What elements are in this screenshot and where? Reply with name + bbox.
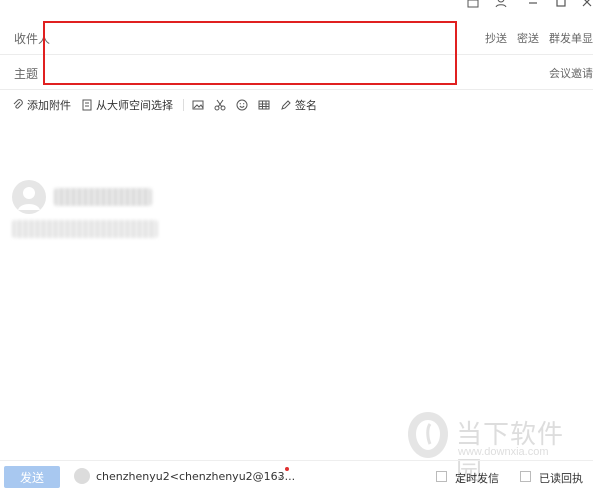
- group-single-link[interactable]: 群发单显: [549, 30, 593, 46]
- compose-toolbar: 添加附件 从大师空间选择 签名: [0, 94, 593, 116]
- read-receipt-label: 已读回执: [539, 472, 583, 485]
- table-icon: [258, 100, 270, 110]
- master-space-label: 从大师空间选择: [96, 99, 173, 112]
- read-receipt-checkbox[interactable]: [520, 471, 531, 482]
- meeting-invite-link[interactable]: 会议邀请: [549, 65, 593, 81]
- recipient-options: 抄送 密送 群发单显: [485, 30, 593, 46]
- image-icon: [192, 100, 204, 110]
- subject-row: 主题 会议邀请: [0, 55, 593, 90]
- master-space-button[interactable]: 从大师空间选择: [81, 97, 173, 113]
- avatar: [12, 180, 46, 214]
- cc-link[interactable]: 抄送: [485, 30, 507, 46]
- recipient-label: 收件人: [14, 32, 51, 46]
- paperclip-icon: [13, 99, 23, 109]
- bottom-bar: 发送 chenzhenyu2<chenzhenyu2@163... ⌄ 定时发信…: [0, 460, 593, 488]
- account-avatar: [74, 468, 90, 484]
- chevron-down-icon[interactable]: ⌄: [276, 471, 284, 482]
- scheduled-send-checkbox[interactable]: [436, 471, 447, 482]
- toolbar-divider: [183, 99, 184, 111]
- calendar-icon[interactable]: [466, 0, 480, 9]
- email-body[interactable]: [12, 180, 593, 260]
- bcc-link[interactable]: 密送: [517, 30, 539, 46]
- emoji-button[interactable]: [236, 99, 248, 111]
- document-icon: [82, 99, 92, 111]
- signature-label: 签名: [295, 99, 317, 112]
- recipient-row: 收件人 抄送 密送 群发单显: [0, 20, 593, 55]
- smiley-icon: [236, 99, 248, 111]
- site-watermark: 当下软件园 www.downxia.com: [406, 410, 576, 487]
- screenshot-button[interactable]: [214, 99, 226, 111]
- sender-account[interactable]: chenzhenyu2<chenzhenyu2@163...: [96, 470, 295, 483]
- watermark-url: www.downxia.com: [458, 446, 549, 458]
- subject-input[interactable]: [60, 61, 444, 85]
- title-bar: [0, 0, 593, 14]
- blurred-sender-name: [54, 188, 152, 206]
- scheduled-send-label: 定时发信: [455, 472, 499, 485]
- subject-options: 会议邀请: [549, 65, 593, 81]
- contacts-icon[interactable]: [494, 0, 508, 9]
- scissors-icon: [214, 99, 226, 111]
- signature-button[interactable]: 签名: [280, 97, 317, 113]
- notification-dot: [285, 467, 289, 471]
- insert-image-button[interactable]: [192, 99, 204, 111]
- attach-label: 添加附件: [27, 99, 71, 112]
- blurred-signature-text: [12, 220, 158, 238]
- watermark-logo-icon: [408, 412, 448, 458]
- minimize-icon[interactable]: [526, 0, 540, 9]
- close-icon[interactable]: [580, 0, 593, 9]
- attach-button[interactable]: 添加附件: [12, 97, 71, 113]
- pen-icon: [281, 100, 291, 110]
- insert-table-button[interactable]: [258, 99, 270, 111]
- maximize-icon[interactable]: [554, 0, 568, 9]
- recipient-input[interactable]: [60, 26, 444, 50]
- send-button[interactable]: 发送: [4, 466, 60, 488]
- subject-label: 主题: [14, 67, 39, 81]
